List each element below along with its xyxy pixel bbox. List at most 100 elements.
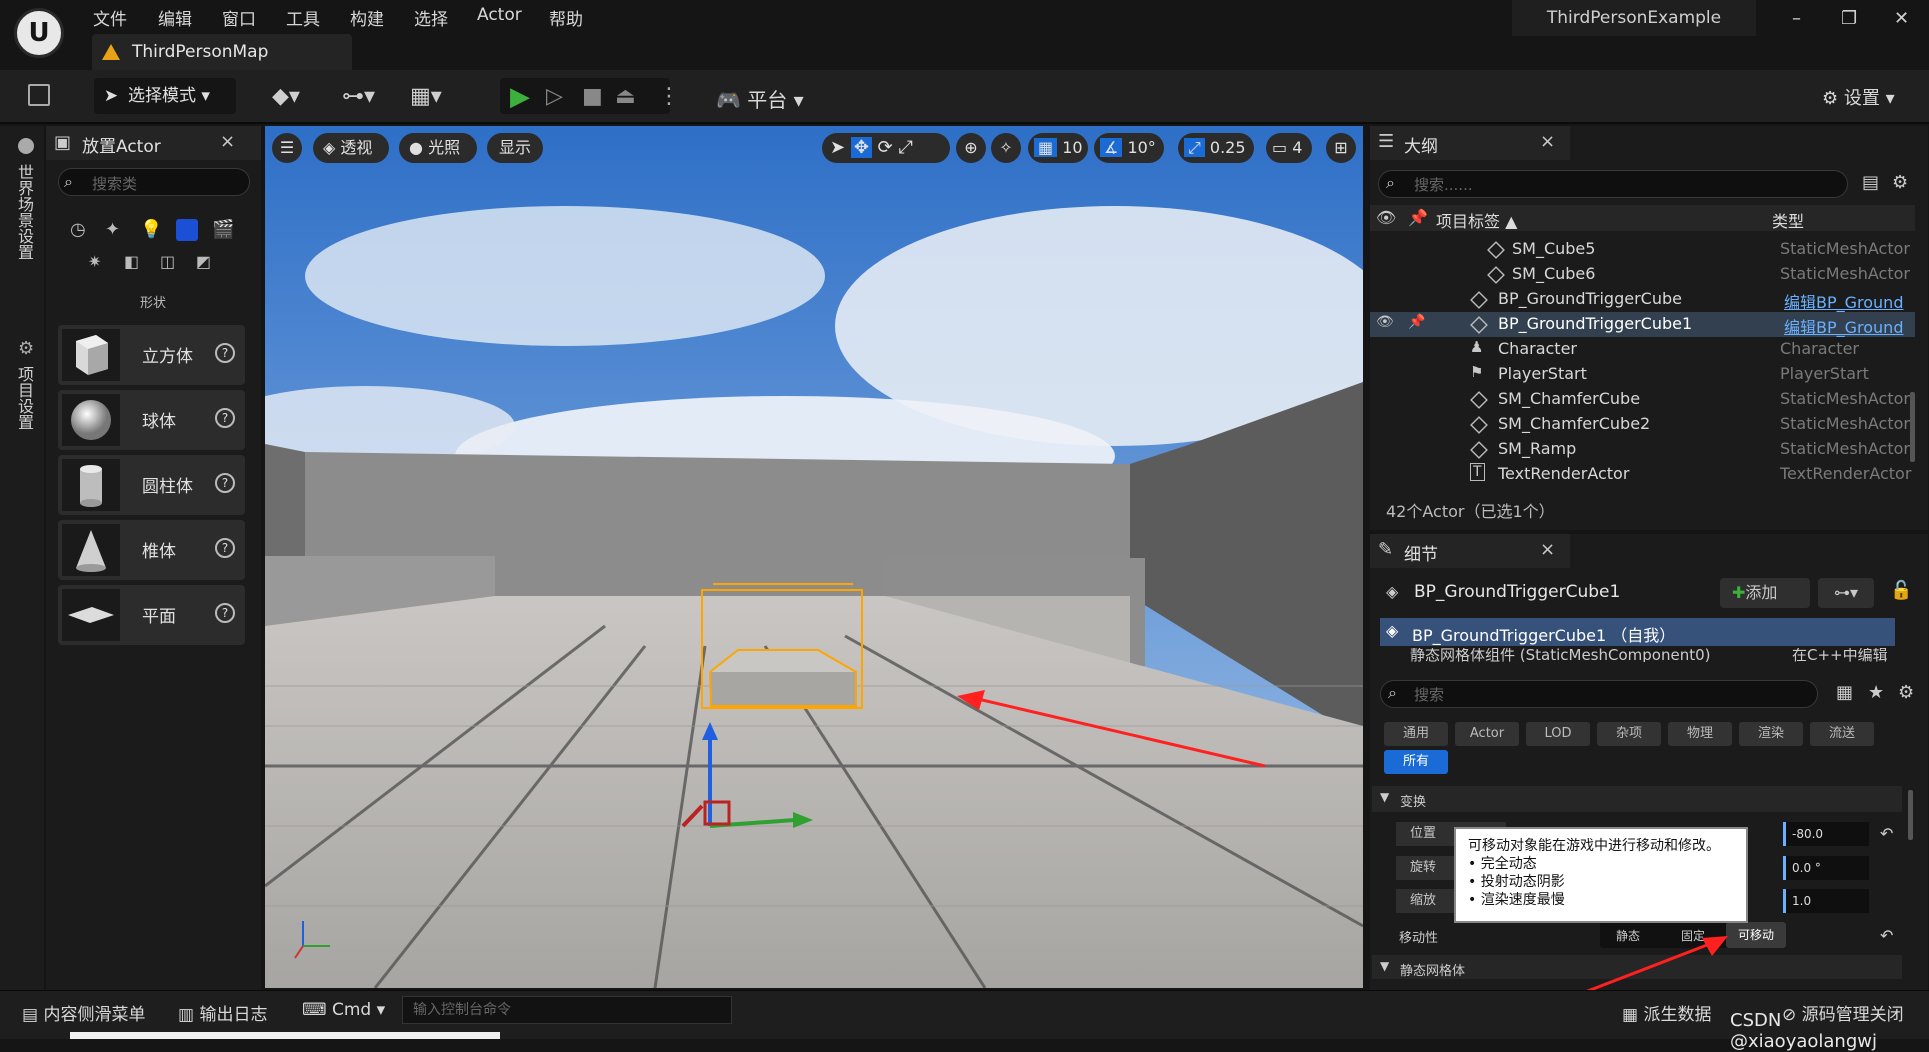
filter-all[interactable]: 所有 <box>1384 750 1448 774</box>
console-command-input[interactable]: 输入控制台命令 <box>402 996 732 1024</box>
lights-icon[interactable]: 💡 <box>140 219 162 240</box>
menu-file[interactable]: 文件 <box>93 5 127 30</box>
place-actor-close[interactable]: × <box>220 131 235 152</box>
unreal-logo-icon[interactable]: U <box>14 8 64 58</box>
eject-icon[interactable]: ⏏ <box>615 84 636 109</box>
derived-data-button[interactable]: ▦ 派生数据 <box>1622 1000 1711 1025</box>
outliner-row[interactable]: SM_Cube6 StaticMeshActor <box>1370 262 1915 287</box>
menu-edit[interactable]: 编辑 <box>158 5 192 30</box>
location-z-field[interactable]: -80.0 <box>1783 822 1869 846</box>
outliner-row[interactable]: BP_GroundTriggerCube 编辑BP_Ground <box>1370 287 1915 312</box>
blueprint-icon[interactable]: ⊶▾ <box>342 84 375 109</box>
play-icon[interactable]: ▶ <box>510 82 530 112</box>
more-options-icon[interactable]: ⋮ <box>658 84 680 109</box>
layout-icon[interactable]: ⊞ <box>1326 133 1356 163</box>
step-icon[interactable]: ▷ <box>546 84 563 109</box>
help-icon[interactable]: ? <box>215 408 235 428</box>
filter-general[interactable]: 通用 <box>1384 722 1448 746</box>
pin-icon[interactable]: 📌 <box>1408 314 1425 330</box>
transform-section-header[interactable] <box>1372 786 1902 812</box>
reset-icon[interactable]: ↶ <box>1880 926 1893 945</box>
eye-icon[interactable]: 👁 <box>1376 314 1394 330</box>
minimize-button[interactable]: – <box>1792 8 1801 29</box>
details-close[interactable]: × <box>1540 539 1555 560</box>
outliner-row[interactable]: SM_Ramp StaticMeshActor <box>1370 437 1915 462</box>
edit-cpp-link[interactable]: 在C++中编辑 <box>1792 648 1888 662</box>
help-icon[interactable]: ? <box>215 343 235 363</box>
camera-speed[interactable]: ▭ 4 <box>1266 133 1312 163</box>
project-settings-tab[interactable]: 项目设置 <box>12 366 36 430</box>
outliner-close[interactable]: × <box>1540 131 1555 152</box>
outliner-row[interactable]: ♟ Character Character <box>1370 337 1915 362</box>
world-settings-tab[interactable]: 世界场景设置 <box>12 164 36 260</box>
outliner-row[interactable]: SM_ChamferCube StaticMeshActor <box>1370 387 1915 412</box>
reset-icon[interactable]: ↶ <box>1880 824 1893 843</box>
select-mode-dropdown[interactable]: ➤ 选择模式 ▾ <box>94 78 236 114</box>
edit-blueprint-link[interactable]: 编辑BP_Ground <box>1784 289 1903 313</box>
filter-actor[interactable]: Actor <box>1455 722 1519 746</box>
settings-button[interactable]: ⚙ 设置 ▾ <box>1822 84 1895 110</box>
filter-streaming[interactable]: 流送 <box>1810 722 1874 746</box>
menu-window[interactable]: 窗口 <box>222 5 256 30</box>
menu-select[interactable]: 选择 <box>414 5 448 30</box>
details-search-input[interactable] <box>1380 680 1818 708</box>
shape-cylinder[interactable]: 圆柱体? <box>58 455 245 515</box>
surface-snap-icon[interactable]: ✧ <box>991 133 1021 163</box>
outliner-col-type[interactable]: 类型 <box>1772 208 1804 232</box>
map-tab[interactable]: ThirdPersonMap <box>92 34 352 70</box>
basic-icon[interactable]: ✦ <box>105 219 120 240</box>
shape-cone[interactable]: 椎体? <box>58 520 245 580</box>
outliner-row[interactable]: SM_ChamferCube2 StaticMeshActor <box>1370 412 1915 437</box>
add-content-icon[interactable]: ◆▾ <box>272 84 300 109</box>
world-local-icon[interactable]: ⊕ <box>956 133 986 163</box>
outliner-scrollbar[interactable] <box>1910 392 1915 462</box>
add-component-button[interactable]: ✚添加 <box>1720 578 1810 608</box>
shapes-icon[interactable] <box>176 219 198 241</box>
folder-icon[interactable]: ▤ <box>1862 172 1879 193</box>
content-drawer-button[interactable]: ▤ 内容侧滑菜单 <box>22 1000 145 1025</box>
move-tool-icon[interactable]: ✥ <box>850 137 872 158</box>
maximize-button[interactable]: ❐ <box>1841 8 1857 29</box>
shape-sphere[interactable]: 球体? <box>58 390 245 450</box>
help-icon[interactable]: ? <box>215 473 235 493</box>
lock-icon[interactable]: 🔓 <box>1890 580 1912 601</box>
edit-blueprint-link[interactable]: 编辑BP_Ground <box>1784 314 1903 338</box>
perspective-button[interactable]: ◈ 透视 <box>313 133 389 163</box>
rotation-z-field[interactable]: 0.0 ° <box>1783 856 1869 880</box>
show-button[interactable]: 显示 <box>487 133 543 163</box>
scale-tool-icon[interactable]: ⤢ <box>898 137 912 158</box>
help-icon[interactable]: ? <box>215 538 235 558</box>
details-settings-icon[interactable]: ⚙ <box>1898 682 1914 703</box>
outliner-row[interactable]: SM_Cube5 StaticMeshActor <box>1370 237 1915 262</box>
outliner-settings-icon[interactable]: ⚙ <box>1892 172 1908 193</box>
visual-effects-icon[interactable]: ✷ <box>88 252 101 271</box>
shape-cube[interactable]: 立方体? <box>58 325 245 385</box>
cinematics-icon[interactable]: ▦▾ <box>410 84 442 109</box>
help-icon[interactable]: ? <box>215 603 235 623</box>
recent-icon[interactable]: ◷ <box>70 219 86 240</box>
blueprint-options-button[interactable]: ⊶▾ <box>1818 578 1874 608</box>
cinematic-icon[interactable]: 🎬 <box>212 219 234 240</box>
details-scrollbar[interactable] <box>1908 790 1913 840</box>
close-window-button[interactable]: ✕ <box>1894 8 1909 29</box>
component-row[interactable]: 静态网格体组件 (StaticMeshComponent0) 在C++中编辑 <box>1380 648 1895 662</box>
outliner-row-selected[interactable]: 👁 📌 BP_GroundTriggerCube1 编辑BP_Ground <box>1370 312 1915 337</box>
level-viewport[interactable] <box>265 126 1363 988</box>
cmd-dropdown[interactable]: ⌨ Cmd ▾ <box>302 1000 385 1020</box>
save-icon[interactable] <box>28 84 50 106</box>
menu-build[interactable]: 构建 <box>350 5 384 30</box>
viewport-menu-icon[interactable]: ☰ <box>272 133 302 163</box>
place-search-input[interactable] <box>58 168 250 196</box>
platform-button[interactable]: 🎮 平台 ▾ <box>716 84 804 113</box>
lighting-button[interactable]: ● 光照 <box>399 133 477 163</box>
scale-snap[interactable]: ⤢ 0.25 <box>1178 133 1254 163</box>
select-tool-icon[interactable]: ➤ <box>830 137 845 158</box>
angle-snap[interactable]: ∡ 10° <box>1094 133 1164 163</box>
all-classes-icon[interactable]: ◫ <box>160 252 175 271</box>
grid-snap[interactable]: ▦ 10 <box>1028 133 1088 163</box>
filter-physics[interactable]: 物理 <box>1668 722 1732 746</box>
filter-rendering[interactable]: 渲染 <box>1739 722 1803 746</box>
table-view-icon[interactable]: ▦ <box>1836 682 1853 703</box>
menu-help[interactable]: 帮助 <box>549 5 583 30</box>
outliner-row[interactable]: T TextRenderActor TextRenderActor <box>1370 462 1915 487</box>
